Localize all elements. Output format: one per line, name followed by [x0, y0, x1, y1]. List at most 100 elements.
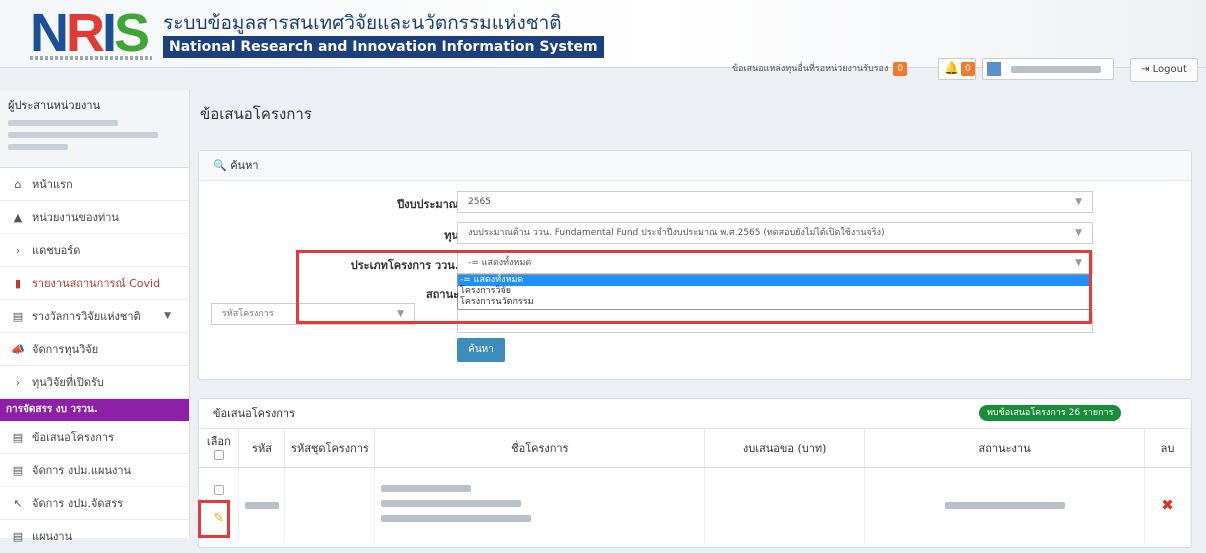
column-header-code: รหัส: [238, 429, 286, 468]
sidebar-item-dashboard[interactable]: › แดชบอร์ด: [0, 234, 189, 267]
project-type-select[interactable]: -= แสดงทั้งหมด ▼: [457, 252, 1093, 274]
sidebar-item-label: แดชบอร์ด: [32, 244, 81, 257]
fund-label: ทุน: [444, 229, 459, 242]
status-cell: [864, 467, 1145, 543]
budget-year-label: ปีงบประมาณ: [397, 198, 459, 211]
project-code-select[interactable]: รหัสโครงการ ▼: [211, 303, 415, 325]
user-avatar-icon: [987, 62, 1001, 76]
project-name-cell[interactable]: [374, 467, 706, 543]
user-role-panel: ผู้ประสานหน่วยงาน: [0, 90, 189, 168]
blurred-name-line: [381, 514, 532, 522]
nris-logo[interactable]: NRIS: [30, 6, 152, 62]
status-select[interactable]: [457, 311, 1093, 333]
column-header-status: สถานะงาน: [864, 429, 1145, 468]
project-type-dropdown-list: -= แสดงทั้งหมด โครงการวิจัย โครงการนวัตก…: [457, 274, 1091, 310]
column-header-series-code: รหัสชุดโครงการ: [284, 429, 376, 468]
row-checkbox[interactable]: [213, 484, 224, 495]
sidebar-item-label: รางวัลการวิจัยแห่งชาติ: [32, 310, 141, 323]
blurred-status: [944, 501, 1065, 509]
logout-label: Logout: [1152, 64, 1187, 75]
sidebar-item-national-research-award[interactable]: ▤ รางวัลการวิจัยแห่งชาติ ▼: [0, 300, 189, 333]
fund-select[interactable]: งบประมาณด้าน ววน. Fundamental Fund ประจำ…: [457, 222, 1093, 244]
column-select-label: เลือก: [206, 435, 231, 449]
bullhorn-icon: 📣: [11, 343, 25, 356]
system-title-thai: ระบบข้อมูลสารสนเทศวิจัยและนวัตกรรมแห่งชา…: [163, 12, 562, 34]
chevron-down-icon: ▼: [1075, 228, 1082, 238]
sidebar-item-proposals[interactable]: ▤ ข้อเสนอโครงการ: [0, 421, 189, 454]
search-button[interactable]: ค้นหา: [457, 338, 505, 362]
search-panel-header: 🔍 ค้นหา: [199, 151, 1191, 181]
blurred-user-info: [8, 120, 118, 126]
chevron-down-icon: ▼: [397, 309, 404, 319]
chevron-down-icon: ▼: [164, 311, 171, 321]
delete-cell: ✖: [1144, 467, 1191, 543]
dropdown-option-research[interactable]: โครงการวิจัย: [458, 286, 1090, 297]
user-menu-button[interactable]: [982, 58, 1114, 80]
sidebar-item-manage-budget-allocation[interactable]: ↖ จัดการ งปม.จัดสรร: [0, 487, 189, 520]
bank-icon: ▲: [13, 211, 23, 224]
page-title: ข้อเสนอโครงการ: [200, 105, 312, 123]
sidebar-item-home[interactable]: ⌂ หน้าแรก: [0, 168, 189, 201]
caret-right-icon: ›: [15, 376, 21, 389]
series-code-cell: [284, 467, 376, 543]
pending-proposals-label: ข้อเสนอแหล่งทุนอื่นที่รอหน่วยงานรับรอง: [732, 64, 889, 74]
blurred-org-info-2: [8, 144, 68, 150]
list-icon: ▤: [12, 530, 24, 543]
sidebar-item-label: หน่วยงานของท่าน: [32, 211, 119, 224]
sidebar-item-label: ทุนวิจัยที่เปิดรับ: [32, 376, 104, 389]
sidebar-item-plans[interactable]: ▤ แผนงาน: [0, 520, 189, 553]
main-content: ข้อเสนอโครงการ 🔍 ค้นหา ปีงบประมาณ 2565 ▼…: [190, 90, 1206, 548]
column-header-select: เลือก: [199, 429, 240, 468]
delete-icon[interactable]: ✖: [1161, 496, 1174, 514]
project-type-value: -= แสดงทั้งหมด: [468, 258, 532, 268]
search-icon: 🔍: [213, 159, 227, 172]
code-cell: [238, 467, 286, 543]
pending-proposals-link[interactable]: ข้อเสนอแหล่งทุนอื่นที่รอหน่วยงานรับรอง 0: [732, 60, 907, 78]
list-icon: ▤: [12, 464, 24, 477]
sidebar: ผู้ประสานหน่วยงาน ⌂ หน้าแรก ▲ หน่วยงานของท…: [0, 90, 190, 553]
list-icon: ▤: [12, 310, 24, 323]
book-icon: ▮: [14, 277, 22, 290]
column-header-project-name: ชื่อโครงการ: [374, 429, 706, 468]
sidebar-item-label: แผนงาน: [32, 530, 73, 543]
table-row: ✎ ✖: [199, 467, 1191, 543]
sidebar-item-label: จัดการ งปม.จัดสรร: [32, 497, 124, 510]
sidebar-item-your-agency[interactable]: ▲ หน่วยงานของท่าน: [0, 201, 189, 234]
home-icon: ⌂: [14, 178, 22, 191]
notification-button[interactable]: 🔔 0: [938, 58, 976, 80]
chevron-down-icon: ▼: [1075, 258, 1082, 268]
dropdown-option-show-all[interactable]: -= แสดงทั้งหมด: [458, 275, 1090, 286]
chevron-down-icon: ▼: [1075, 197, 1082, 207]
bell-icon: 🔔: [944, 61, 959, 75]
sidebar-item-manage-research-funds[interactable]: 📣 จัดการทุนวิจัย: [0, 333, 189, 366]
select-all-checkbox[interactable]: [213, 450, 224, 461]
blurred-code: [244, 501, 279, 509]
column-header-delete: ลบ: [1144, 429, 1191, 468]
dropdown-option-innovation[interactable]: โครงการนวัตกรรม: [458, 297, 1090, 308]
sidebar-item-open-funds[interactable]: › ทุนวิจัยที่เปิดรับ: [0, 366, 189, 399]
status-label: สถานะ: [426, 288, 459, 301]
role-label: ผู้ประสานหน่วยงาน: [8, 99, 101, 112]
blurred-name-line: [381, 484, 472, 492]
budget-year-value: 2565: [468, 197, 491, 207]
results-panel-title: ข้อเสนอโครงการ: [213, 407, 296, 420]
sidebar-section-allocation: การจัดสรร งบ วรวน.: [0, 399, 189, 421]
notification-count-badge: 0: [961, 62, 975, 76]
budget-year-select[interactable]: 2565 ▼: [457, 191, 1093, 213]
search-panel-title: ค้นหา: [230, 159, 259, 172]
logout-icon: ⇥: [1141, 64, 1150, 75]
project-type-label: ประเภทโครงการ ววน.: [350, 259, 459, 272]
pencil-icon[interactable]: ✎: [213, 511, 224, 526]
sidebar-item-label: รายงานสถานการณ์ Covid: [32, 277, 161, 290]
sidebar-item-covid-report[interactable]: ▮ รายงานสถานการณ์ Covid: [0, 267, 189, 300]
blurred-org-info: [8, 132, 158, 138]
list-icon: ▤: [12, 431, 24, 444]
select-cell: ✎: [199, 467, 240, 543]
results-panel: ข้อเสนอโครงการ พบข้อเสนอโครงการ 26 รายกา…: [198, 398, 1192, 548]
column-header-budget: งบเสนอขอ (บาท): [704, 429, 866, 468]
sidebar-item-manage-budget-plan[interactable]: ▤ จัดการ งปม.แผนงาน: [0, 454, 189, 487]
proposals-table: เลือก รหัส รหัสชุดโครงการ ชื่อโครงการ งบ…: [199, 429, 1191, 543]
logout-button[interactable]: ⇥ Logout: [1130, 58, 1198, 82]
project-code-placeholder: รหัสโครงการ: [222, 309, 274, 319]
pending-count-badge: 0: [893, 62, 907, 76]
